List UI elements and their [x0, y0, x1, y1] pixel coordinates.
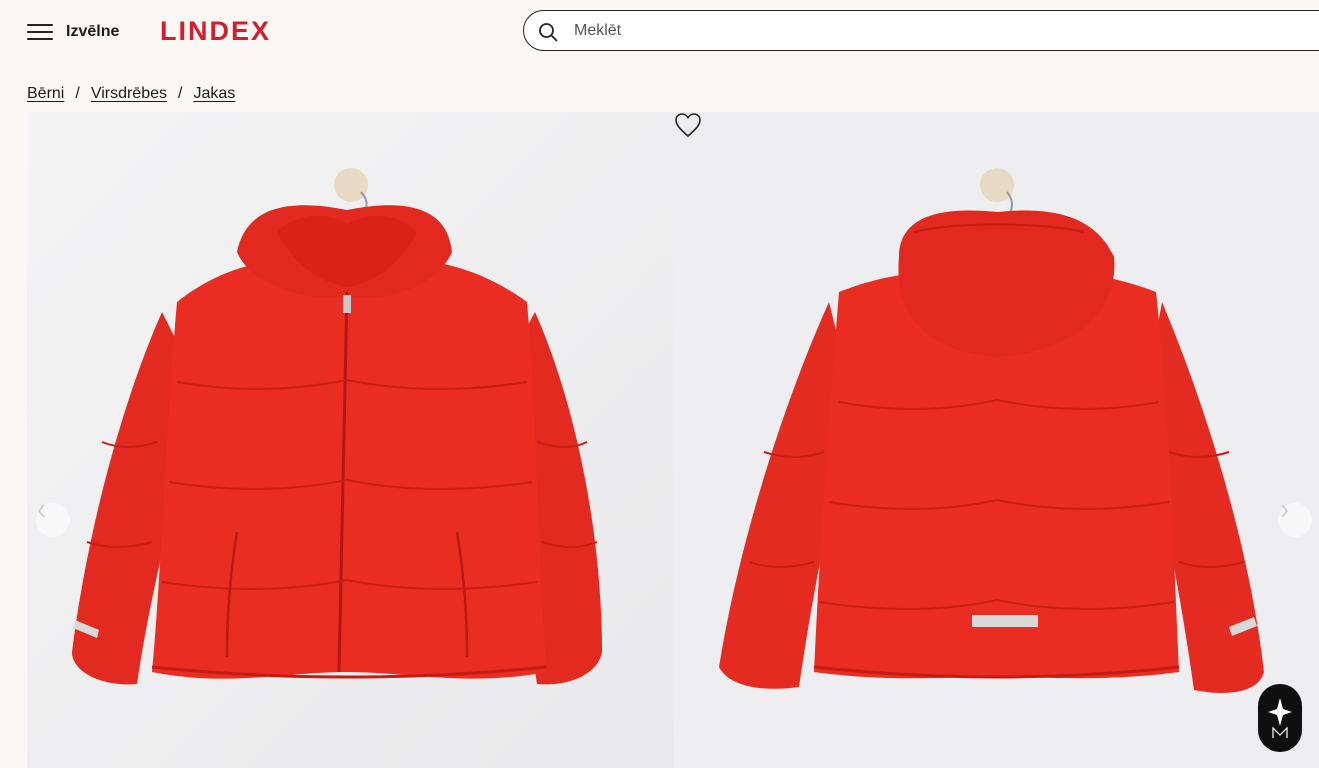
search-icon[interactable] [538, 22, 558, 42]
lindex-logo[interactable]: LINDEX [160, 16, 271, 47]
breadcrumb-link-virsdrebes[interactable]: Virsdrēbes [91, 85, 167, 103]
search-input[interactable] [572, 20, 1276, 41]
product-image-gallery [27, 112, 1319, 768]
sparkle-logo-icon [1268, 698, 1292, 738]
search-bar[interactable] [523, 10, 1319, 51]
chevron-right-icon [1281, 504, 1289, 518]
jacket-front-image[interactable] [27, 112, 674, 768]
menu-label: Izvēlne [66, 23, 120, 40]
hamburger-icon [27, 23, 53, 41]
red-puffer-jacket-front [27, 112, 674, 768]
site-header: Izvēlne LINDEX [0, 0, 1319, 66]
breadcrumb-separator: / [178, 85, 183, 102]
breadcrumb-link-jakas[interactable]: Jakas [193, 85, 235, 103]
gallery-next-button[interactable] [1278, 503, 1312, 537]
chevron-left-icon [37, 504, 45, 518]
breadcrumb: Bērni / Virsdrēbes / Jakas [27, 85, 235, 103]
heart-outline-icon[interactable] [674, 112, 702, 138]
red-puffer-jacket-back [674, 112, 1319, 768]
gallery-prev-button[interactable] [36, 503, 70, 537]
jacket-back-image[interactable] [674, 112, 1319, 768]
assistant-badge-button[interactable] [1258, 684, 1302, 752]
breadcrumb-separator: / [75, 85, 80, 102]
menu-button[interactable]: Izvēlne [27, 18, 119, 46]
breadcrumb-link-berni[interactable]: Bērni [27, 85, 64, 103]
